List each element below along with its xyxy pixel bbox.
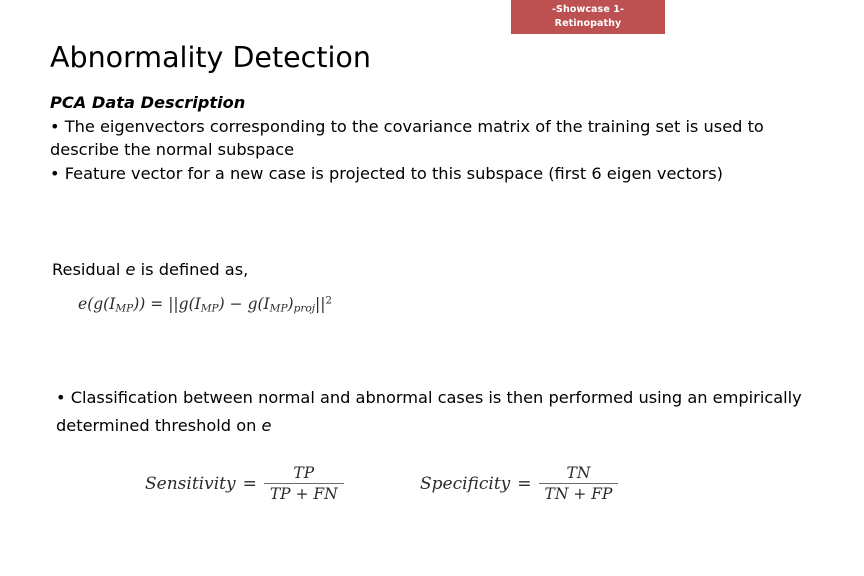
eq-lhs-fn: e xyxy=(78,295,88,313)
sensitivity-equals: = xyxy=(242,473,257,494)
eq-term1-subscript: MP xyxy=(200,302,219,315)
specificity-label: Specificity xyxy=(420,473,511,494)
sensitivity-fraction: TP TP + FN xyxy=(263,464,344,503)
sensitivity-numerator: TP xyxy=(293,464,315,482)
residual-definition-line: Residual e is defined as, xyxy=(52,258,248,282)
eq-term2-subscript: MP xyxy=(269,302,288,315)
eq-exponent: 2 xyxy=(325,295,332,307)
metric-formulas: Sensitivity = TP TP + FN Specificity = T… xyxy=(0,458,864,528)
specificity-fraction: TN TN + FP xyxy=(538,464,619,503)
residual-text-before: Residual xyxy=(52,260,126,279)
eq-term2: g(I xyxy=(247,295,270,313)
classification-text: • Classification between normal and abno… xyxy=(56,388,802,435)
eq-lhs-subscript: MP xyxy=(115,302,134,315)
equation-residual: e(g(IMP)) = ||g(IMP) − g(IMP)proj||2 xyxy=(78,295,332,315)
specificity-denominator: TN + FP xyxy=(544,485,613,503)
page-title: Abnormality Detection xyxy=(50,41,371,74)
equation-sensitivity: Sensitivity = TP TP + FN xyxy=(145,464,344,503)
eq-equals: = xyxy=(150,295,164,313)
specificity-equals: = xyxy=(517,473,532,494)
bullet-feature-vector: • Feature vector for a new case is proje… xyxy=(50,163,723,183)
banner-line-2: Retinopathy xyxy=(554,18,622,29)
showcase-banner: -Showcase 1- Retinopathy xyxy=(511,0,665,34)
eq-minus: − xyxy=(229,295,243,313)
eq-norm-close: || xyxy=(314,295,326,313)
eq-term1: g(I xyxy=(178,295,201,313)
content-body: PCA Data Description • The eigenvectors … xyxy=(50,91,807,185)
residual-symbol: e xyxy=(125,260,136,279)
classification-symbol: e xyxy=(261,416,272,435)
eq-lhs-inner: g(I xyxy=(93,295,116,313)
sensitivity-denominator: TP + FN xyxy=(269,485,338,503)
section-subheading: PCA Data Description xyxy=(50,93,246,112)
equation-specificity: Specificity = TN TN + FP xyxy=(420,464,619,503)
eq-norm-open: || xyxy=(168,295,179,313)
sensitivity-label: Sensitivity xyxy=(145,473,236,494)
bullet-eigenvectors: • The eigenvectors corresponding to the … xyxy=(50,116,764,160)
eq-term1-close: ) xyxy=(218,295,225,313)
banner-line-1: -Showcase 1- xyxy=(551,4,625,15)
specificity-numerator: TN xyxy=(566,464,591,482)
eq-term2-subscript-proj: proj xyxy=(293,302,315,315)
residual-text-after: is defined as, xyxy=(135,260,249,279)
bullet-classification: • Classification between normal and abno… xyxy=(56,384,808,440)
eq-lhs-close: )) xyxy=(133,295,146,313)
